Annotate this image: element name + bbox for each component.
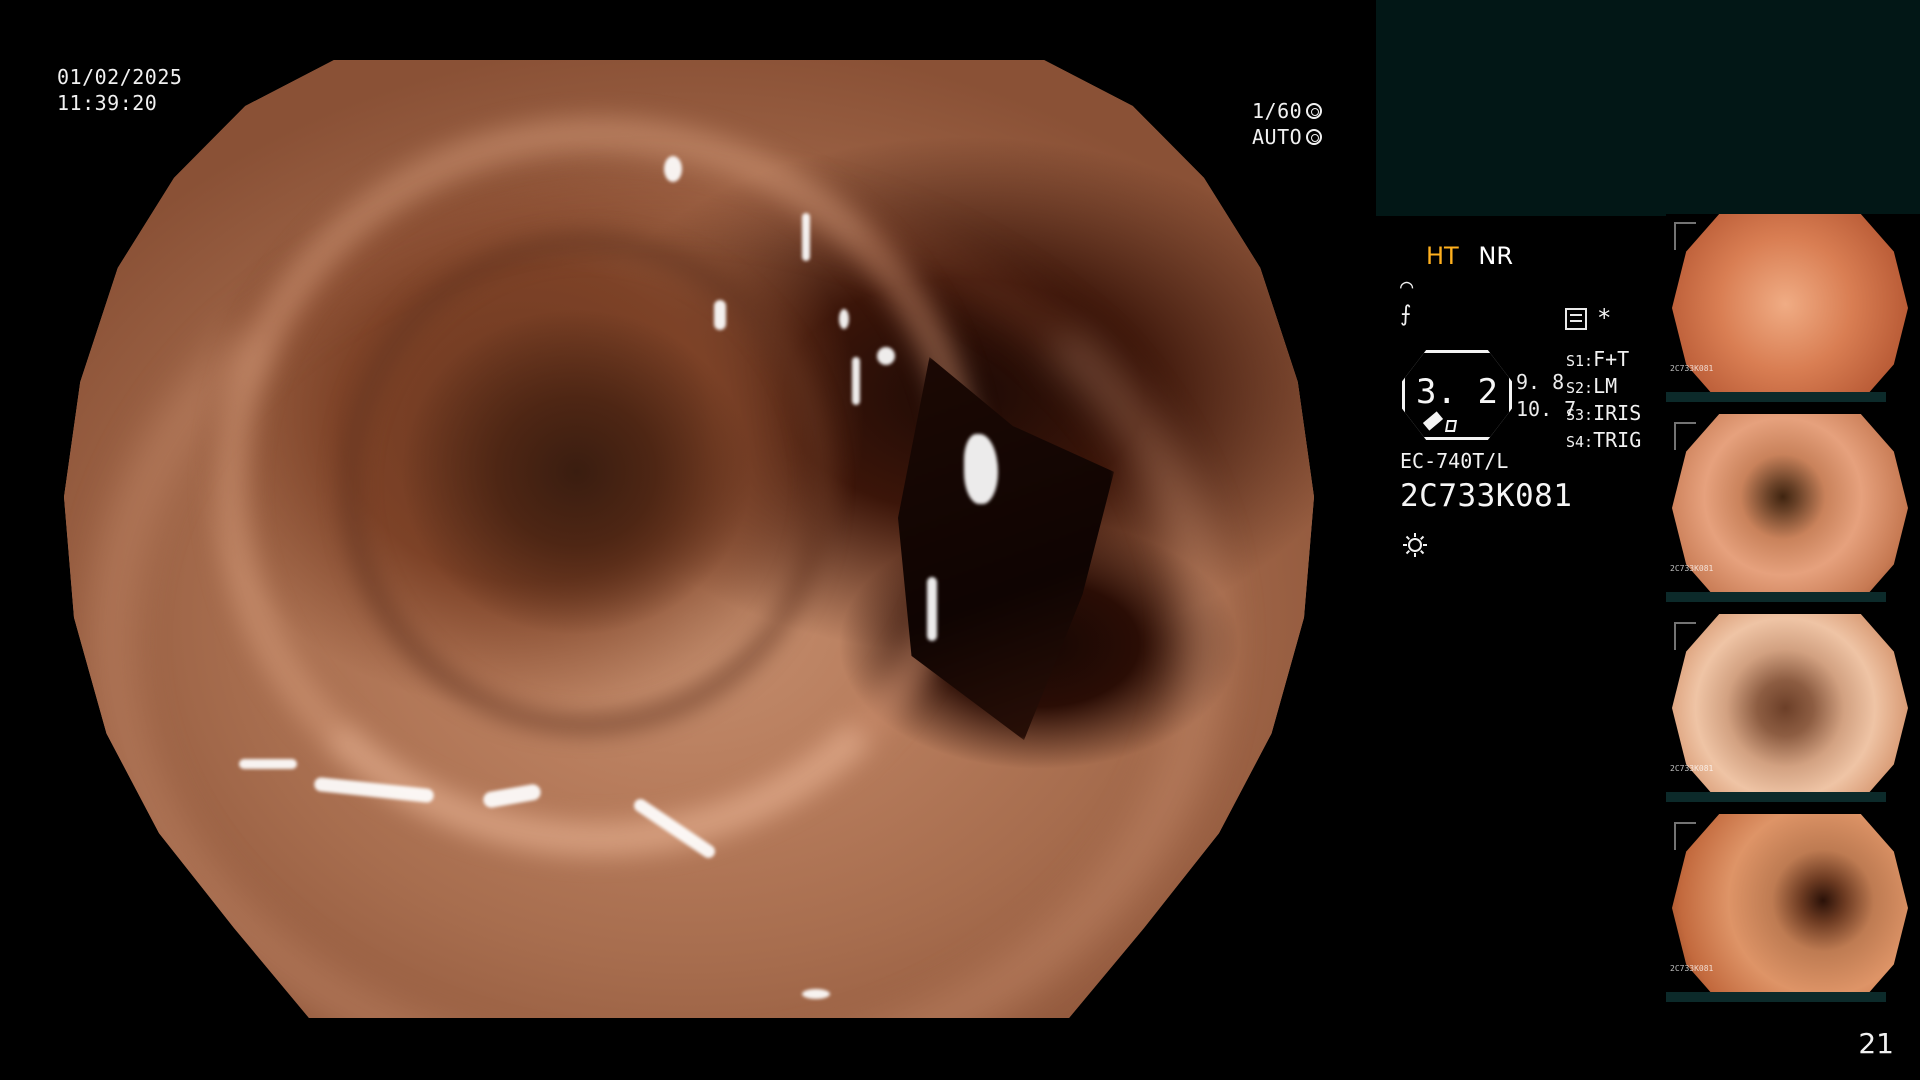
shutter-text: 1/60 (1252, 99, 1303, 123)
settings-key: S4: (1566, 433, 1594, 451)
main-endoscope-view: 01/02/2025 11:39:20 1/60 AUTO (0, 0, 1380, 1080)
slide-number: 21 (1858, 1027, 1894, 1060)
light-reflection (801, 213, 810, 262)
light-reflection (239, 759, 297, 770)
shutter-row: 1/60 (1252, 98, 1323, 124)
thumbnail-label: 2C733K081 (1670, 364, 1714, 373)
light-reflection (664, 155, 682, 182)
record-icon (1565, 308, 1587, 330)
settings-value: TRIG (1593, 428, 1642, 452)
settings-row-s3: S3:IRIS (1566, 401, 1641, 428)
thumbnail-label: 2C733K081 (1670, 964, 1714, 973)
endoscopic-image (64, 60, 1314, 1018)
light-reflection (714, 299, 726, 330)
light-reflection (839, 309, 849, 330)
settings-row-s2: S2:LM (1566, 374, 1641, 401)
value-1: 9. 8 (1516, 370, 1565, 394)
time-text: 11:39:20 (57, 91, 158, 115)
box-icon (1444, 420, 1458, 432)
mucosal-fold-inner (339, 232, 833, 737)
right-info-panel: HT NR ⌒ ⨍ * 3. 2 9. 8 10. 7 S1:F+T S2:LM… (1376, 0, 1920, 1080)
settings-value: LM (1593, 374, 1618, 398)
exposure-mode-text: AUTO (1252, 125, 1303, 149)
dark-lumen-pocket (898, 356, 1114, 741)
thumbnail-frame-mark (1674, 422, 1696, 450)
mode-line: HT NR (1426, 242, 1513, 270)
serial-label: 2C733K081 (1400, 478, 1573, 514)
thumbnail-3[interactable]: 2C733K081 (1666, 614, 1920, 802)
procedure-info: HT NR ⌒ ⨍ * 3. 2 9. 8 10. 7 S1:F+T S2:LM… (1400, 240, 1680, 580)
top-info-box (1376, 0, 1920, 216)
thumbnail-image (1672, 214, 1908, 402)
brightness-icon (1403, 533, 1427, 557)
thumbnail-1[interactable]: 2C733K081 (1666, 214, 1920, 402)
thumbnail-frame-mark (1674, 622, 1696, 650)
exposure-mode-row: AUTO (1252, 124, 1323, 150)
settings-value: F+T (1593, 347, 1630, 371)
iris-icon (1306, 129, 1323, 145)
light-reflection (926, 577, 937, 642)
timestamp: 01/02/2025 11:39:20 (57, 64, 182, 116)
function-icon: ⨍ (1400, 302, 1412, 327)
settings-row-s4: S4:TRIG (1566, 428, 1641, 455)
settings-list: S1:F+T S2:LM S3:IRIS S4:TRIG (1566, 347, 1641, 455)
date-text: 01/02/2025 (57, 65, 183, 89)
thumbnail-bar (1666, 592, 1886, 602)
settings-key: S3: (1566, 406, 1594, 424)
light-reflection (876, 347, 895, 366)
thumbnail-label: 2C733K081 (1670, 564, 1714, 573)
exposure-info: 1/60 AUTO (1252, 98, 1323, 150)
thumbnail-label: 2C733K081 (1670, 764, 1714, 773)
thumbnail-image (1672, 814, 1908, 1002)
model-label: EC-740T/L (1400, 449, 1509, 473)
shutter-icon (1306, 103, 1323, 119)
settings-key: S1: (1566, 352, 1594, 370)
thumbnail-bar (1666, 392, 1886, 402)
light-reflection (313, 777, 435, 804)
thumbnail-frame-mark (1674, 222, 1696, 250)
asterisk-icon: * (1597, 304, 1612, 332)
thumbnail-4[interactable]: 2C733K081 (1666, 814, 1920, 1002)
thumbnail-image (1672, 414, 1908, 602)
signal-icon: ⌒ (1400, 274, 1414, 299)
light-reflection (481, 783, 542, 809)
nr-mode-label: NR (1478, 242, 1513, 270)
light-reflection (630, 796, 718, 861)
settings-row-s1: S1:F+T (1566, 347, 1641, 374)
thumbnail-frame-mark (1674, 822, 1696, 850)
thumbnail-bar (1666, 992, 1886, 1002)
mucosal-fold-middle (214, 117, 982, 857)
octagon-value: 3. 2 (1416, 372, 1498, 412)
settings-value: IRIS (1593, 401, 1642, 425)
thumbnail-bar (1666, 792, 1886, 802)
light-reflection (801, 989, 830, 1000)
ht-mode-label: HT (1426, 242, 1459, 270)
light-reflection (851, 356, 860, 405)
thumbnail-2[interactable]: 2C733K081 (1666, 414, 1920, 602)
settings-key: S2: (1566, 379, 1594, 397)
thumbnail-image (1672, 614, 1908, 802)
